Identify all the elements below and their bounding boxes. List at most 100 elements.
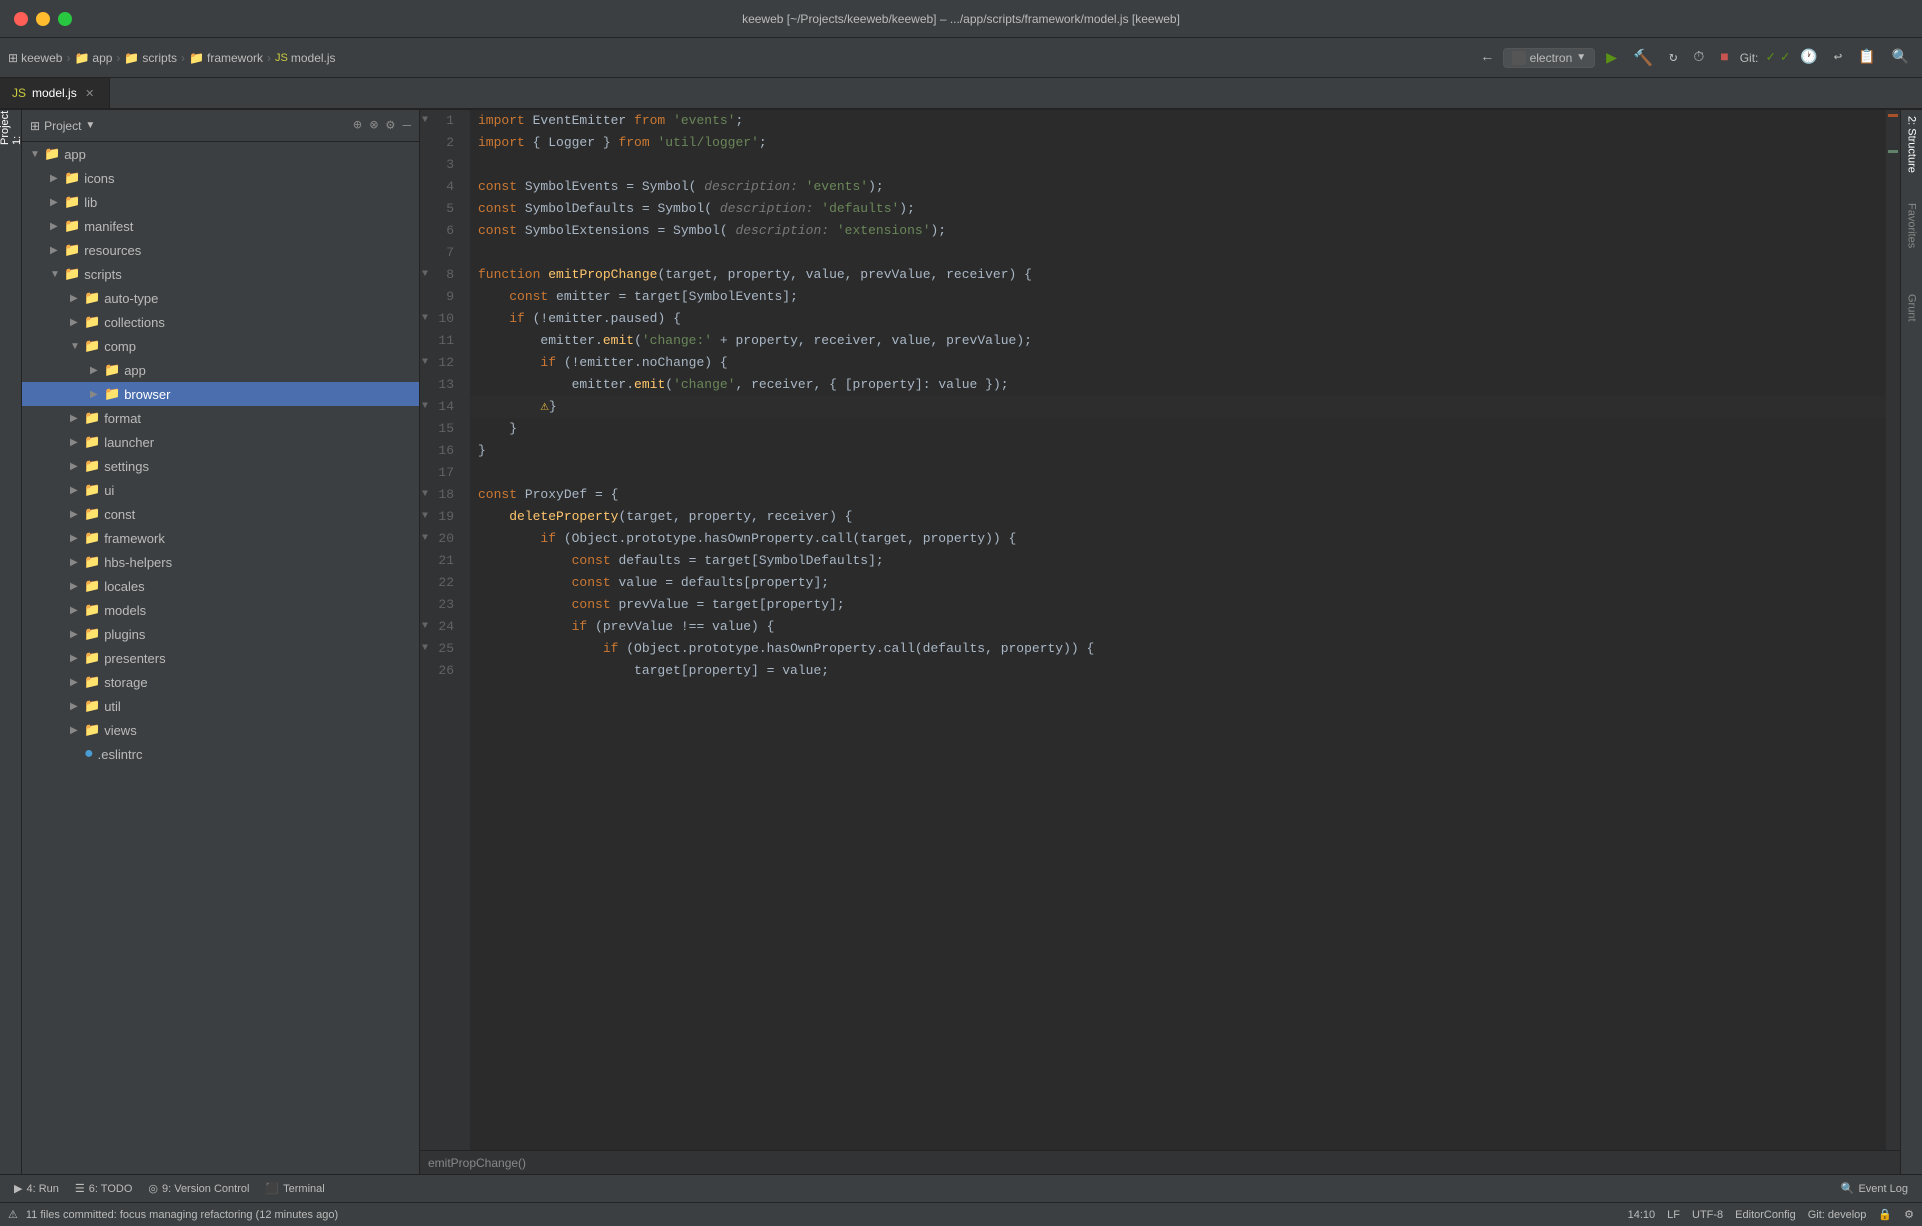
git-push-button[interactable]: 📋 <box>1853 46 1880 69</box>
tree-item-scripts[interactable]: ▼ 📁 scripts <box>22 262 419 286</box>
fold-8[interactable]: ▼ <box>422 264 428 286</box>
minimize-panel-button[interactable]: — <box>403 118 411 134</box>
tree-item-browser[interactable]: ▶ 📁 browser <box>22 382 419 406</box>
tree-item-ui[interactable]: ▶ 📁 ui <box>22 478 419 502</box>
breadcrumb-scripts[interactable]: 📁 scripts <box>124 51 177 65</box>
fold-25[interactable]: ▼ <box>422 638 428 660</box>
tree-item-util[interactable]: ▶ 📁 util <box>22 694 419 718</box>
settings-button[interactable]: ⚙ <box>386 117 394 134</box>
right-icon-grunt[interactable]: Grunt <box>1902 278 1922 338</box>
tree-item-presenters[interactable]: ▶ 📁 presenters <box>22 646 419 670</box>
search-button[interactable]: 🔍 <box>1887 46 1914 69</box>
window-controls[interactable] <box>14 12 72 26</box>
tree-item-auto-type[interactable]: ▶ 📁 auto-type <box>22 286 419 310</box>
fold-18[interactable]: ▼ <box>422 484 428 506</box>
locate-file-button[interactable]: ⊕ <box>353 117 361 134</box>
terminal-button[interactable]: ⬛ Terminal <box>259 1180 330 1197</box>
tree-item-storage[interactable]: ▶ 📁 storage <box>22 670 419 694</box>
code-line-14[interactable]: ⚠ } <box>470 396 1886 418</box>
maximize-button[interactable] <box>58 12 72 26</box>
right-icon-structure[interactable]: 2: Structure <box>1902 114 1922 174</box>
tree-item-icons[interactable]: ▶ 📁 icons <box>22 166 419 190</box>
code-line-9[interactable]: const emitter = target[SymbolEvents]; <box>470 286 1886 308</box>
code-line-7[interactable] <box>470 242 1886 264</box>
code-line-19[interactable]: deleteProperty (target, property, receiv… <box>470 506 1886 528</box>
code-line-15[interactable]: } <box>470 418 1886 440</box>
status-charset[interactable]: UTF-8 <box>1692 1208 1723 1221</box>
fold-12[interactable]: ▼ <box>422 352 428 374</box>
code-line-18[interactable]: const ProxyDef = { <box>470 484 1886 506</box>
code-line-21[interactable]: const defaults = target[SymbolDefaults]; <box>470 550 1886 572</box>
reload-button[interactable]: ↻ <box>1664 46 1682 69</box>
code-line-11[interactable]: emitter. emit ( 'change:' + property, re… <box>470 330 1886 352</box>
git-rollback-button[interactable]: ↩ <box>1829 46 1847 69</box>
profile-button[interactable]: ⏱ <box>1688 47 1709 69</box>
tab-close-button[interactable]: ✕ <box>83 86 97 100</box>
status-commit-info[interactable]: 11 files committed: focus managing refac… <box>26 1209 338 1221</box>
fold-20[interactable]: ▼ <box>422 528 428 550</box>
code-line-16[interactable]: } <box>470 440 1886 462</box>
status-indent[interactable]: EditorConfig <box>1735 1208 1796 1221</box>
code-line-24[interactable]: if (prevValue !== value) { <box>470 616 1886 638</box>
close-button[interactable] <box>14 12 28 26</box>
breadcrumb-framework[interactable]: 📁 framework <box>189 51 263 65</box>
panel-dropdown-arrow[interactable]: ▼ <box>85 120 95 131</box>
tree-item-const[interactable]: ▶ 📁 const <box>22 502 419 526</box>
tree-item-eslintrc[interactable]: ▶ ● .eslintrc <box>22 742 419 766</box>
code-line-2[interactable]: import { Logger } from 'util/logger' ; <box>470 132 1886 154</box>
run-panel-button[interactable]: ▶ 4: Run <box>8 1180 65 1197</box>
tree-item-lib[interactable]: ▶ 📁 lib <box>22 190 419 214</box>
tree-item-manifest[interactable]: ▶ 📁 manifest <box>22 214 419 238</box>
code-line-12[interactable]: if (!emitter. noChange ) { <box>470 352 1886 374</box>
version-control-button[interactable]: ◎ 9: Version Control <box>142 1180 255 1197</box>
fold-1[interactable]: ▼ <box>422 110 428 132</box>
code-line-17[interactable] <box>470 462 1886 484</box>
tree-item-locales[interactable]: ▶ 📁 locales <box>22 574 419 598</box>
fold-19[interactable]: ▼ <box>422 506 428 528</box>
tree-item-settings[interactable]: ▶ 📁 settings <box>22 454 419 478</box>
todo-panel-button[interactable]: ☰ 6: TODO <box>69 1180 138 1197</box>
build-button[interactable]: 🔨 <box>1628 45 1658 71</box>
right-scroll-gutter[interactable] <box>1886 110 1900 1150</box>
stop-button[interactable]: ■ <box>1715 47 1733 69</box>
tree-item-collections[interactable]: ▶ 📁 collections <box>22 310 419 334</box>
code-line-23[interactable]: const prevValue = target[property]; <box>470 594 1886 616</box>
tree-item-format[interactable]: ▶ 📁 format <box>22 406 419 430</box>
git-history-button[interactable]: 🕐 <box>1795 46 1822 69</box>
right-icon-favorites[interactable]: Favorites <box>1902 196 1922 256</box>
tree-item-resources[interactable]: ▶ 📁 resources <box>22 238 419 262</box>
tree-item-hbs-helpers[interactable]: ▶ 📁 hbs-helpers <box>22 550 419 574</box>
left-icon-project[interactable]: 1: Project <box>1 114 21 142</box>
minimize-button[interactable] <box>36 12 50 26</box>
fold-10[interactable]: ▼ <box>422 308 428 330</box>
scroll-to-source-button[interactable]: ⊗ <box>370 117 378 134</box>
back-button[interactable]: ← <box>1478 47 1496 69</box>
fold-14[interactable]: ▼ <box>422 396 428 418</box>
event-log-button[interactable]: 🔍 Event Log <box>1835 1180 1914 1197</box>
code-line-26[interactable]: target[property] = value; <box>470 660 1886 682</box>
tree-item-launcher[interactable]: ▶ 📁 launcher <box>22 430 419 454</box>
run-button[interactable]: ▶ <box>1601 44 1622 72</box>
status-settings-icon[interactable]: ⚙ <box>1904 1208 1914 1221</box>
tree-item-app[interactable]: ▼ 📁 app <box>22 142 419 166</box>
tree-item-models[interactable]: ▶ 📁 models <box>22 598 419 622</box>
breadcrumb-app[interactable]: 📁 app <box>74 51 112 65</box>
code-content[interactable]: import EventEmitter from 'events' ; impo… <box>470 110 1886 1150</box>
breadcrumb-model-js[interactable]: JS model.js <box>275 51 336 65</box>
code-line-10[interactable]: if (!emitter. paused ) { <box>470 308 1886 330</box>
tree-item-views[interactable]: ▶ 📁 views <box>22 718 419 742</box>
code-line-20[interactable]: if (Object.prototype.hasOwnProperty.call… <box>470 528 1886 550</box>
status-encoding[interactable]: LF <box>1667 1208 1680 1221</box>
code-line-4[interactable]: const SymbolEvents = Symbol( description… <box>470 176 1886 198</box>
code-line-5[interactable]: const SymbolDefaults = Symbol( descripti… <box>470 198 1886 220</box>
code-line-22[interactable]: const value = defaults[property]; <box>470 572 1886 594</box>
tree-item-comp[interactable]: ▼ 📁 comp <box>22 334 419 358</box>
run-target-button[interactable]: electron ▼ <box>1503 48 1596 68</box>
code-line-13[interactable]: emitter. emit ( 'change' , receiver, { [… <box>470 374 1886 396</box>
tree-item-plugins[interactable]: ▶ 📁 plugins <box>22 622 419 646</box>
fold-24[interactable]: ▼ <box>422 616 428 638</box>
code-line-3[interactable] <box>470 154 1886 176</box>
tree-item-framework[interactable]: ▶ 📁 framework <box>22 526 419 550</box>
code-line-8[interactable]: function emitPropChange (target, propert… <box>470 264 1886 286</box>
code-line-25[interactable]: if (Object.prototype.hasOwnProperty.call… <box>470 638 1886 660</box>
